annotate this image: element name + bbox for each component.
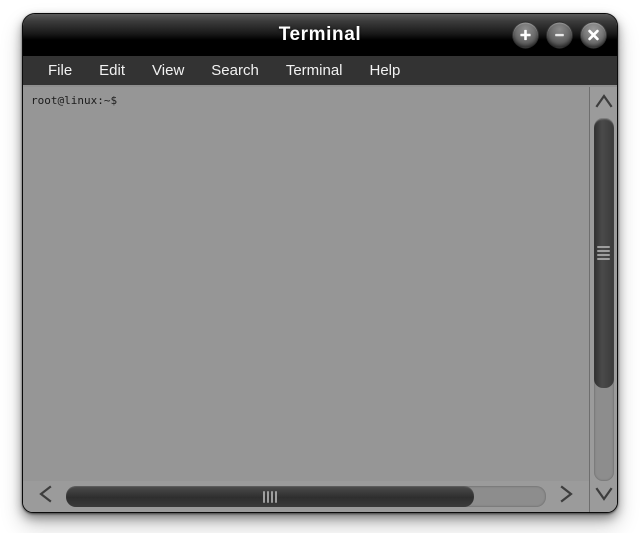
vertical-scrollbar[interactable] (589, 87, 617, 512)
maximize-button[interactable] (512, 21, 539, 49)
plus-icon (519, 29, 532, 42)
title-bar[interactable]: Terminal (23, 14, 617, 56)
scroll-up-button[interactable] (593, 90, 615, 116)
chevron-right-icon (556, 485, 576, 508)
terminal-output-area[interactable]: root@linux:~$ (23, 87, 589, 481)
chevron-down-icon (594, 484, 613, 509)
screen: Terminal File Edit View Search Terminal … (0, 0, 640, 533)
scroll-left-button[interactable] (29, 485, 63, 509)
vertical-scroll-track[interactable] (593, 118, 614, 481)
window-controls (512, 21, 607, 49)
menu-item-terminal[interactable]: Terminal (275, 60, 354, 81)
chevron-left-icon (36, 485, 56, 508)
chevron-up-icon (594, 91, 613, 116)
menu-item-search[interactable]: Search (200, 60, 270, 81)
menu-item-view[interactable]: View (141, 60, 195, 81)
scroll-down-button[interactable] (593, 483, 615, 509)
minimize-button[interactable] (546, 21, 573, 49)
minus-icon (553, 29, 566, 42)
window-title: Terminal (278, 24, 362, 45)
scroll-right-button[interactable] (549, 485, 583, 509)
vertical-scroll-thumb[interactable] (593, 119, 614, 388)
close-icon (587, 29, 600, 42)
grip-vertical-icon (263, 490, 277, 503)
terminal-column: root@linux:~$ (23, 87, 589, 512)
horizontal-scroll-track[interactable] (66, 486, 546, 507)
terminal-prompt-line: root@linux:~$ (31, 94, 118, 107)
window-body: root@linux:~$ (23, 87, 617, 512)
menu-item-edit[interactable]: Edit (88, 60, 136, 81)
grip-horizontal-icon (597, 246, 610, 261)
menu-item-file[interactable]: File (37, 60, 83, 81)
menu-bar: File Edit View Search Terminal Help (23, 56, 617, 87)
close-button[interactable] (580, 21, 607, 49)
horizontal-scrollbar[interactable] (23, 481, 589, 512)
horizontal-scroll-thumb[interactable] (66, 486, 474, 507)
terminal-window: Terminal File Edit View Search Terminal … (22, 13, 618, 513)
menu-item-help[interactable]: Help (359, 60, 412, 81)
